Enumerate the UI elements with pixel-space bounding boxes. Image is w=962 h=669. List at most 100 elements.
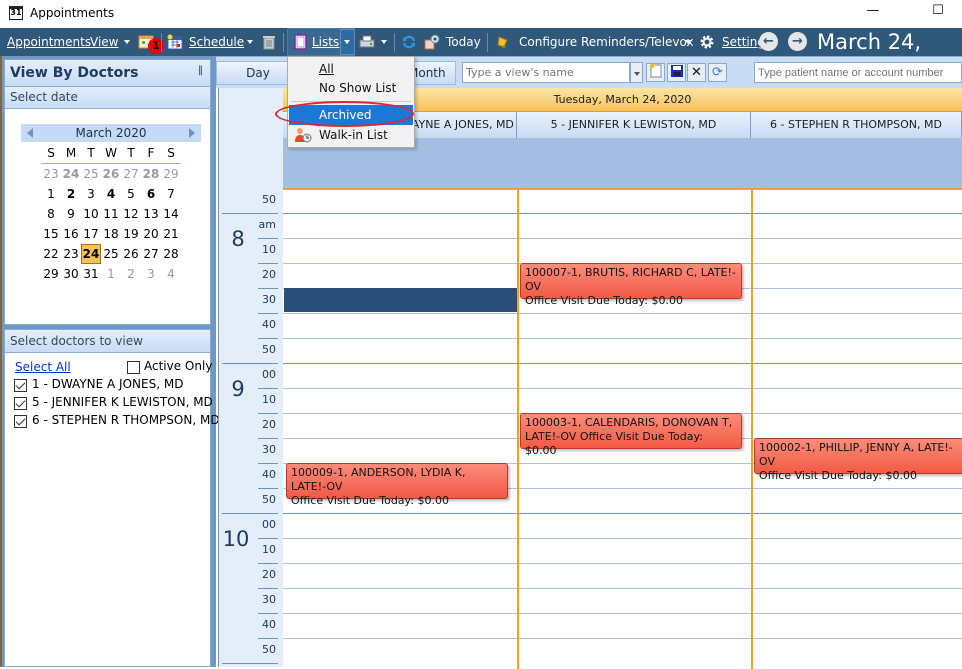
select-all-link[interactable]: Select All: [15, 360, 71, 374]
maximize-button[interactable]: ☐: [923, 3, 953, 23]
calendar-day[interactable]: 15: [41, 224, 61, 244]
calendar-day[interactable]: 5: [121, 184, 141, 204]
refresh-icon[interactable]: [401, 34, 417, 50]
calendar-week-row: 22 23 24 25 26 27 28: [41, 244, 181, 264]
doctor-label-5: 5 - JENNIFER K LEWISTON, MD: [32, 395, 213, 409]
next-date-button[interactable]: →: [788, 32, 807, 51]
calendar-day[interactable]: 30: [61, 264, 81, 284]
time-tick: [258, 338, 278, 339]
appointment-block[interactable]: 100009-1, ANDERSON, LYDIA K, LATE!-OV Off…: [286, 463, 508, 507]
calendar-day[interactable]: 28: [141, 164, 161, 184]
calendar-day[interactable]: 28: [161, 244, 181, 264]
calendar-day[interactable]: 2: [61, 184, 81, 204]
appointment-block[interactable]: 100003-1, CALENDARIS, DONOVAN T, LATE!-OV…: [520, 413, 742, 457]
calendar-day[interactable]: 7: [161, 184, 181, 204]
calendar-day[interactable]: 12: [121, 204, 141, 224]
reminder-bell-icon: [497, 36, 508, 49]
calendar-day[interactable]: 17: [81, 224, 101, 244]
calendar-day[interactable]: 27: [121, 164, 141, 184]
calendar-day[interactable]: 1: [101, 264, 121, 284]
calendar-day[interactable]: 16: [61, 224, 81, 244]
menu-item-all[interactable]: All: [289, 59, 413, 79]
grid-line: [283, 313, 962, 314]
menu-item-label: No Show List: [319, 81, 397, 95]
calendar-day[interactable]: 2: [121, 264, 141, 284]
calendar-day[interactable]: 23: [61, 244, 81, 264]
schedule-calendar-icon[interactable]: [167, 34, 183, 50]
calendar-day[interactable]: 31: [81, 264, 101, 284]
calendar-day-selected[interactable]: 24: [81, 244, 101, 264]
calendar-day[interactable]: 20: [141, 224, 161, 244]
doctor-checkbox-6[interactable]: [14, 415, 27, 428]
calendar-day[interactable]: 14: [161, 204, 181, 224]
calendar-day[interactable]: 29: [161, 164, 181, 184]
appointment-block[interactable]: 100002-1, PHILLIP, JENNY A, LATE!-OV Offi…: [754, 438, 962, 482]
time-tick: [222, 213, 278, 214]
trash-icon[interactable]: [261, 34, 277, 50]
calendar-day[interactable]: 22: [41, 244, 61, 264]
menu-item-no-show-list[interactable]: No Show List: [289, 78, 413, 98]
calendar-day[interactable]: 18: [101, 224, 121, 244]
lists-menu[interactable]: Lists: [312, 28, 339, 56]
doctor-checkbox-5[interactable]: [14, 397, 27, 410]
selected-time-slot[interactable]: [284, 288, 517, 312]
calendar-day[interactable]: 11: [101, 204, 121, 224]
lists-caret-icon[interactable]: [344, 40, 350, 44]
doctor-checkbox-1[interactable]: [14, 379, 27, 392]
calendar-day[interactable]: 3: [141, 264, 161, 284]
calendar-day[interactable]: 6: [141, 184, 161, 204]
calendar-day[interactable]: 10: [81, 204, 101, 224]
calendar-day[interactable]: 25: [81, 164, 101, 184]
calendar-week-row: 1234567: [41, 184, 181, 204]
calendar-day[interactable]: 19: [121, 224, 141, 244]
printer-icon[interactable]: [359, 34, 375, 50]
calendar-day[interactable]: 4: [161, 264, 181, 284]
new-view-icon[interactable]: [646, 63, 665, 82]
menu-item-walk-in-list[interactable]: Walk-in List: [289, 125, 413, 145]
column-header-doctor-6[interactable]: 6 - STEPHEN R THOMPSON, MD: [751, 112, 962, 138]
calendar-day[interactable]: 26: [101, 164, 121, 184]
configure-caret-icon[interactable]: [685, 40, 691, 44]
calendar-day[interactable]: 26: [121, 244, 141, 264]
schedule-caret-icon[interactable]: [247, 40, 253, 44]
view-caret-icon[interactable]: [124, 40, 130, 44]
calendar-day[interactable]: 1: [41, 184, 61, 204]
view-name-input[interactable]: [462, 62, 630, 83]
pin-icon[interactable]: ‖: [198, 65, 203, 76]
delete-view-icon[interactable]: ✕: [687, 63, 706, 82]
minimize-button[interactable]: —: [858, 3, 888, 23]
patient-search-input[interactable]: [754, 62, 962, 83]
prev-month-icon[interactable]: [27, 128, 33, 138]
print-caret-icon[interactable]: [381, 40, 387, 44]
refresh-view-icon[interactable]: ⟳: [708, 63, 727, 82]
calendar-day[interactable]: 8: [41, 204, 61, 224]
active-only-checkbox[interactable]: [127, 361, 140, 374]
schedule-menu[interactable]: Schedule: [189, 28, 244, 56]
previous-date-button[interactable]: ←: [759, 32, 778, 51]
view-name-dropdown[interactable]: [630, 62, 643, 83]
calendar-day[interactable]: 25: [101, 244, 121, 264]
appointment-block[interactable]: 100007-1, BRUTIS, RICHARD C, LATE!-OV Off…: [520, 263, 742, 307]
calendar-day[interactable]: 4: [101, 184, 121, 204]
calendar-day[interactable]: 24: [61, 164, 81, 184]
view-menu[interactable]: View: [90, 28, 118, 56]
time-tick: [258, 413, 278, 414]
grid-line: [283, 613, 962, 614]
calendar-day[interactable]: 21: [161, 224, 181, 244]
appointments-menu[interactable]: Appointments: [7, 28, 91, 56]
save-view-icon[interactable]: [667, 63, 686, 82]
today-button[interactable]: Today: [446, 28, 481, 56]
calendar-day[interactable]: 13: [141, 204, 161, 224]
calendar-day[interactable]: 23: [41, 164, 61, 184]
configure-reminders-button[interactable]: Configure Reminders/Televox: [519, 28, 694, 56]
calendar-day[interactable]: 9: [61, 204, 81, 224]
column-header-label: 6 - STEPHEN R THOMPSON, MD: [770, 118, 942, 131]
calendar-day[interactable]: 3: [81, 184, 101, 204]
calendar-day[interactable]: 29: [41, 264, 61, 284]
menu-item-label: Walk-in List: [319, 128, 388, 142]
select-date-header: Select date: [5, 87, 210, 109]
column-header-doctor-5[interactable]: 5 - JENNIFER K LEWISTON, MD: [517, 112, 751, 138]
calendar-day[interactable]: 27: [141, 244, 161, 264]
next-month-icon[interactable]: [189, 128, 195, 138]
calendar-week-row: 8 9 10 11 12 13 14: [41, 204, 181, 224]
